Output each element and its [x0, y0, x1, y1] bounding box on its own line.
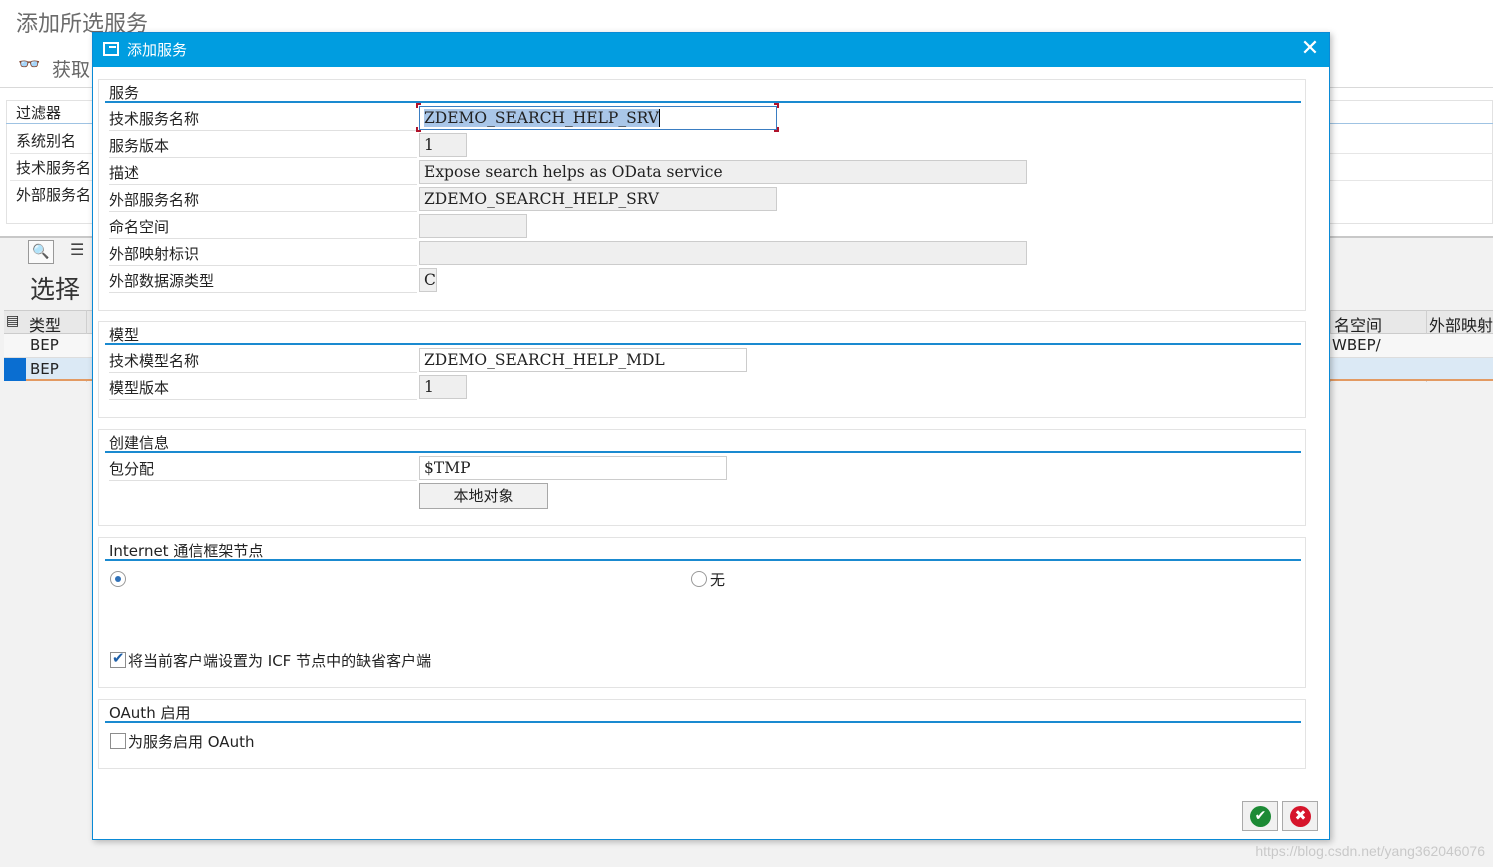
creation-info-group: 创建信息 包分配 $TMP 本地对象 [98, 429, 1306, 526]
tech-model-name-field[interactable]: ZDEMO_SEARCH_HELP_MDL [419, 348, 747, 372]
add-service-dialog: 添加服务 ✕ 服务 技术服务名称 ZDEMO_SEARCH_HELP_SRV 服… [92, 32, 1330, 840]
cancel-button[interactable]: ✖ [1282, 801, 1318, 831]
icf-default-radio[interactable] [110, 571, 126, 587]
model-version-field: 1 [419, 375, 467, 399]
group-divider [105, 451, 1301, 453]
checkmark-icon: ✔ [1250, 806, 1271, 827]
table-cell-type: BEP [30, 336, 59, 354]
confirm-button[interactable]: ✔ [1242, 801, 1278, 831]
column-header-type[interactable]: 类型 [29, 312, 61, 336]
oauth-group-title: OAuth 启用 [109, 704, 191, 722]
filter-row-ext-service: 外部服务名 [16, 186, 92, 204]
ext-service-name-field: ZDEMO_SEARCH_HELP_SRV [419, 187, 777, 211]
dialog-title: 添加服务 [127, 41, 188, 59]
service-group: 服务 技术服务名称 ZDEMO_SEARCH_HELP_SRV 服务版本 1 描… [98, 79, 1306, 311]
package-label: 包分配 [109, 457, 417, 481]
grid-section-title: 选择 [30, 275, 81, 304]
column-header-ext-mapping[interactable]: 外部映射 [1429, 312, 1493, 336]
model-version-label: 模型版本 [109, 376, 417, 400]
table-cell-namespace: WBEP/ [1332, 336, 1381, 354]
details-icon[interactable]: 🔍 [28, 240, 54, 264]
ext-mapping-id-label: 外部映射标识 [109, 242, 417, 266]
fetch-button-label[interactable]: 获取 [52, 55, 90, 82]
filter-row-system-alias: 系统别名 [16, 132, 77, 150]
group-divider [105, 559, 1301, 561]
package-field[interactable]: $TMP [419, 456, 727, 480]
layout-icon[interactable]: ▤ [6, 313, 19, 329]
ext-datasource-type-label: 外部数据源类型 [109, 269, 417, 293]
service-version-label: 服务版本 [109, 134, 417, 158]
model-group: 模型 技术模型名称 ZDEMO_SEARCH_HELP_MDL 模型版本 1 [98, 321, 1306, 418]
row-selector[interactable] [4, 358, 26, 381]
enable-oauth-label: 为服务启用 OAuth [128, 733, 255, 751]
description-field: Expose search helps as OData service [419, 160, 1027, 184]
column-header-namespace[interactable]: 名空间 [1334, 312, 1382, 336]
icf-none-radio[interactable] [691, 571, 707, 587]
icf-node-group: Internet 通信框架节点 无 将当前客户端设置为 ICF 节点中的缺省客户… [98, 537, 1306, 688]
focus-corner [774, 103, 779, 108]
cancel-icon: ✖ [1290, 806, 1311, 827]
tech-service-name-field[interactable]: ZDEMO_SEARCH_HELP_SRV [419, 106, 777, 130]
local-object-button[interactable]: 本地对象 [419, 483, 548, 509]
oauth-group: OAuth 启用 为服务启用 OAuth [98, 699, 1306, 769]
filter-row-tech-service: 技术服务名 [16, 159, 92, 177]
table-cell-type: BEP [30, 360, 59, 378]
creation-info-title: 创建信息 [109, 434, 170, 452]
watermark: https://blog.csdn.net/yang362046076 [1255, 843, 1485, 859]
focus-corner [416, 103, 421, 108]
filter-title: 过滤器 [16, 104, 62, 122]
focus-corner [774, 127, 779, 132]
namespace-field [419, 214, 527, 238]
dialog-titlebar: 添加服务 ✕ [93, 33, 1329, 67]
sort-icon[interactable]: ☰ [70, 240, 92, 264]
ext-datasource-type-field: C [419, 268, 437, 292]
group-divider [105, 721, 1301, 723]
group-divider [105, 101, 1301, 103]
ext-service-name-label: 外部服务名称 [109, 188, 417, 212]
set-default-client-checkbox[interactable] [110, 649, 126, 668]
glasses-icon[interactable]: 👓 [18, 54, 40, 75]
focus-corner [416, 127, 421, 132]
tech-model-name-label: 技术模型名称 [109, 349, 417, 373]
service-version-field: 1 [419, 133, 467, 157]
model-group-title: 模型 [109, 326, 140, 344]
icf-group-title: Internet 通信框架节点 [109, 542, 264, 560]
description-label: 描述 [109, 161, 417, 185]
dialog-window-icon [103, 42, 119, 56]
tech-service-name-label: 技术服务名称 [109, 107, 417, 131]
close-icon[interactable]: ✕ [1299, 38, 1321, 60]
enable-oauth-checkbox[interactable] [110, 733, 126, 749]
service-group-title: 服务 [109, 84, 140, 102]
icf-none-label: 无 [710, 571, 726, 589]
tech-service-name-value: ZDEMO_SEARCH_HELP_SRV [424, 109, 659, 127]
set-default-client-label: 将当前客户端设置为 ICF 节点中的缺省客户端 [128, 652, 432, 670]
ext-mapping-id-field [419, 241, 1027, 265]
text-cursor [659, 109, 660, 127]
namespace-label: 命名空间 [109, 215, 417, 239]
group-divider [105, 343, 1301, 345]
